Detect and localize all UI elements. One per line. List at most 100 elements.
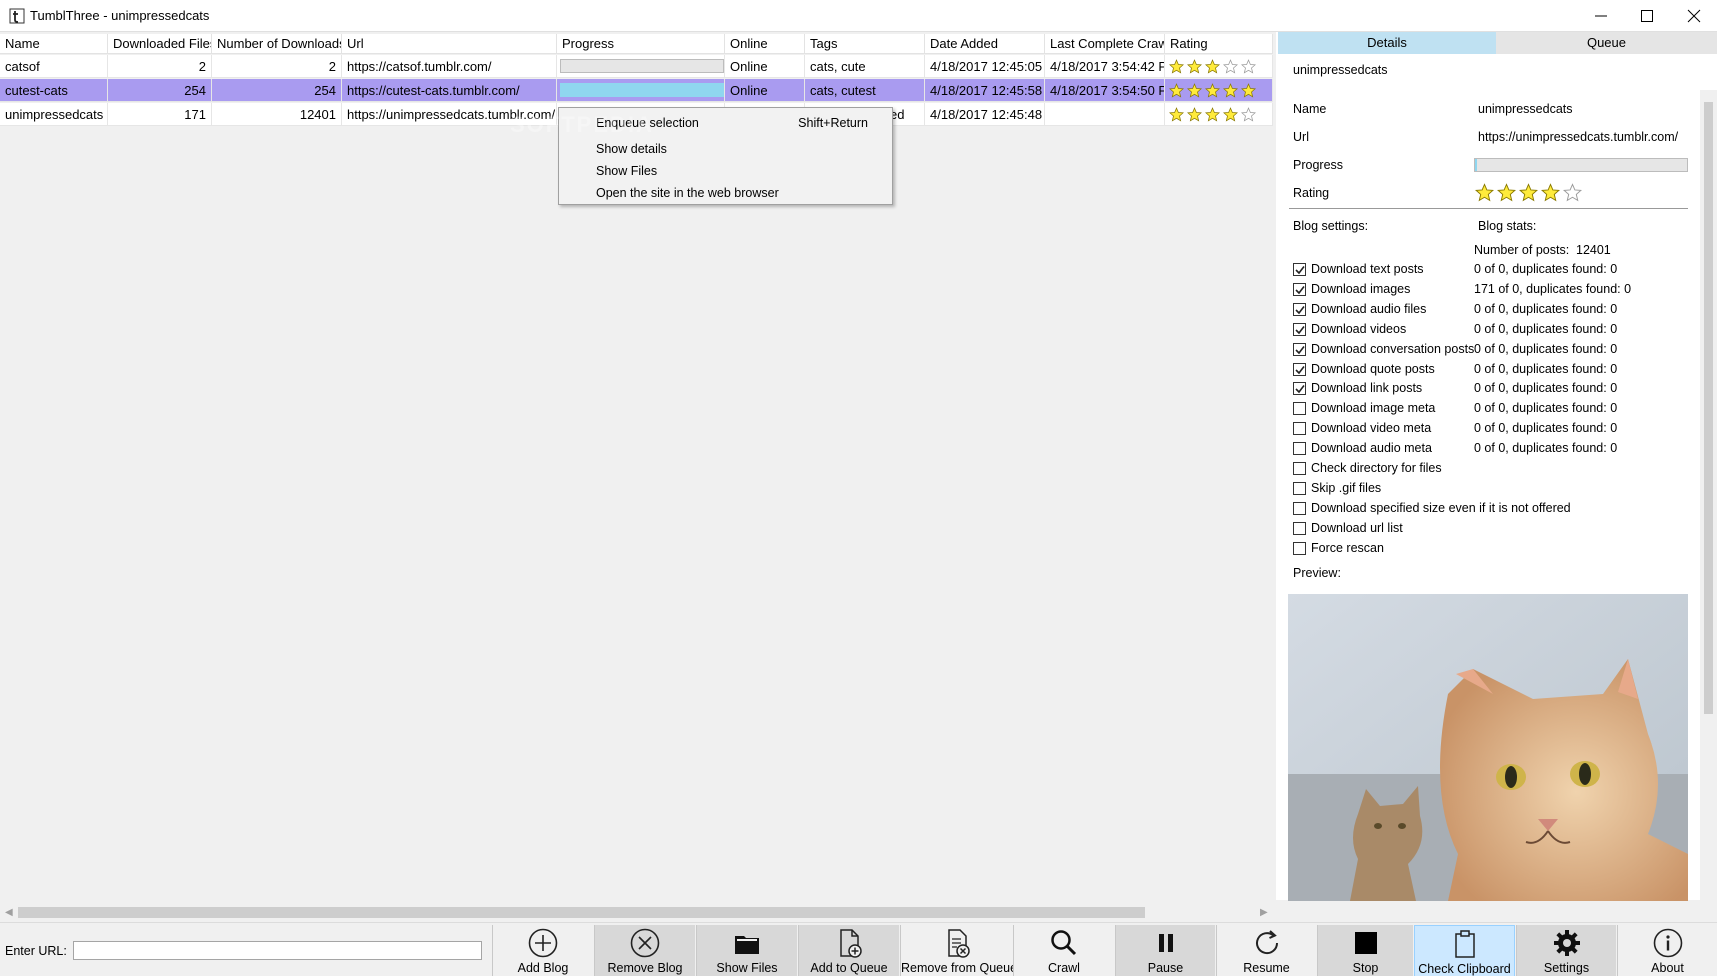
col-header-downloaded-files[interactable]: Downloaded Files xyxy=(108,34,212,53)
scroll-left-icon[interactable]: ◀ xyxy=(5,907,13,918)
star-empty-icon[interactable] xyxy=(1240,106,1257,125)
star-filled-icon[interactable] xyxy=(1240,82,1257,101)
tab-details[interactable]: Details xyxy=(1278,32,1496,54)
setting-checkbox[interactable] xyxy=(1293,382,1306,395)
star-filled-icon[interactable] xyxy=(1474,183,1495,205)
crawl-button[interactable]: Crawl xyxy=(1013,925,1114,976)
add-blog-button[interactable]: Add Blog xyxy=(492,925,593,976)
cell-rating[interactable] xyxy=(1165,55,1273,77)
star-filled-icon[interactable] xyxy=(1204,58,1221,77)
setting-checkbox[interactable] xyxy=(1293,303,1306,316)
setting-label[interactable]: Download video meta xyxy=(1311,421,1431,435)
pause-button[interactable]: Pause xyxy=(1115,925,1215,976)
star-filled-icon[interactable] xyxy=(1186,58,1203,77)
setting-checkbox[interactable] xyxy=(1293,323,1306,336)
setting-checkbox[interactable] xyxy=(1293,542,1306,555)
setting-checkbox[interactable] xyxy=(1293,442,1306,455)
star-rating[interactable] xyxy=(1168,58,1259,77)
remove-from-queue-button[interactable]: Remove from Queue xyxy=(900,925,1017,976)
col-header-name[interactable]: Name xyxy=(0,34,108,53)
star-filled-icon[interactable] xyxy=(1540,183,1561,205)
resume-button[interactable]: Resume xyxy=(1216,925,1316,976)
setting-label[interactable]: Download audio files xyxy=(1311,302,1426,316)
star-empty-icon[interactable] xyxy=(1240,58,1257,77)
star-filled-icon[interactable] xyxy=(1222,82,1239,101)
star-filled-icon[interactable] xyxy=(1204,106,1221,125)
star-rating[interactable] xyxy=(1168,82,1259,101)
col-header-progress[interactable]: Progress xyxy=(557,34,725,53)
url-input[interactable] xyxy=(73,941,482,960)
cell-rating[interactable] xyxy=(1165,79,1273,101)
stop-button[interactable]: Stop xyxy=(1317,925,1413,976)
setting-label[interactable]: Download conversation posts xyxy=(1311,342,1474,356)
setting-checkbox[interactable] xyxy=(1293,363,1306,376)
star-filled-icon[interactable] xyxy=(1186,106,1203,125)
settings-button[interactable]: Settings xyxy=(1516,925,1616,976)
col-header-date-added[interactable]: Date Added xyxy=(925,34,1045,53)
star-empty-icon[interactable] xyxy=(1562,183,1583,205)
setting-label[interactable]: Check directory for files xyxy=(1311,461,1442,475)
star-rating[interactable] xyxy=(1168,106,1259,125)
star-filled-icon[interactable] xyxy=(1186,82,1203,101)
col-header-rating[interactable]: Rating xyxy=(1165,34,1273,53)
setting-label[interactable]: Download images xyxy=(1311,282,1410,296)
show-files-button[interactable]: Show Files xyxy=(696,925,797,976)
col-header-last-complete-crawl[interactable]: Last Complete Crawl xyxy=(1045,34,1165,53)
maximize-button[interactable] xyxy=(1624,0,1670,32)
cell-rating[interactable] xyxy=(1165,103,1273,125)
star-filled-icon[interactable] xyxy=(1168,82,1185,101)
setting-label[interactable]: Download image meta xyxy=(1311,401,1435,415)
star-filled-icon[interactable] xyxy=(1518,183,1539,205)
setting-label[interactable]: Download specified size even if it is no… xyxy=(1311,501,1571,515)
details-star-rating[interactable] xyxy=(1474,183,1585,205)
setting-label[interactable]: Download quote posts xyxy=(1311,362,1435,376)
scrollbar-thumb[interactable] xyxy=(1704,102,1713,714)
setting-stat: 171 of 0, duplicates found: 0 xyxy=(1474,282,1632,296)
cell-number-of-downloads: 2 xyxy=(212,55,342,77)
setting-label[interactable]: Download videos xyxy=(1311,322,1406,336)
blog-header: unimpressedcats xyxy=(1293,63,1388,77)
setting-label[interactable]: Skip .gif files xyxy=(1311,481,1381,495)
setting-checkbox[interactable] xyxy=(1293,522,1306,535)
tab-queue[interactable]: Queue xyxy=(1496,32,1717,54)
setting-checkbox[interactable] xyxy=(1293,283,1306,296)
star-empty-icon[interactable] xyxy=(1222,58,1239,77)
star-filled-icon[interactable] xyxy=(1204,82,1221,101)
close-button[interactable] xyxy=(1671,0,1717,32)
star-filled-icon[interactable] xyxy=(1496,183,1517,205)
setting-label[interactable]: Download url list xyxy=(1311,521,1403,535)
minimize-button[interactable] xyxy=(1578,0,1624,32)
table-row[interactable]: cutest-cats 254 254 https://cutest-cats.… xyxy=(0,79,1273,102)
add-to-queue-button[interactable]: Add to Queue xyxy=(798,925,899,976)
setting-checkbox[interactable] xyxy=(1293,502,1306,515)
col-header-number-of-downloads[interactable]: Number of Downloads xyxy=(212,34,342,53)
horizontal-scrollbar[interactable]: ◀ ▶ xyxy=(0,904,1273,921)
scrollbar-thumb[interactable] xyxy=(18,907,1145,918)
vertical-scrollbar[interactable] xyxy=(1700,90,1717,900)
setting-checkbox[interactable] xyxy=(1293,422,1306,435)
star-filled-icon[interactable] xyxy=(1168,58,1185,77)
star-filled-icon[interactable] xyxy=(1222,106,1239,125)
setting-checkbox[interactable] xyxy=(1293,482,1306,495)
menu-item-show-files[interactable]: Show Files xyxy=(559,161,892,181)
setting-label[interactable]: Download link posts xyxy=(1311,381,1422,395)
remove-blog-button[interactable]: Remove Blog xyxy=(594,925,695,976)
setting-checkbox[interactable] xyxy=(1293,263,1306,276)
col-header-tags[interactable]: Tags xyxy=(805,34,925,53)
setting-label[interactable]: Download audio meta xyxy=(1311,441,1432,455)
setting-label[interactable]: Force rescan xyxy=(1311,541,1384,555)
menu-item-show-details[interactable]: Show details xyxy=(559,139,892,159)
col-header-url[interactable]: Url xyxy=(342,34,557,53)
setting-checkbox[interactable] xyxy=(1293,402,1306,415)
setting-checkbox[interactable] xyxy=(1293,343,1306,356)
col-header-online[interactable]: Online xyxy=(725,34,805,53)
checkmark-icon xyxy=(1295,286,1305,295)
setting-label[interactable]: Download text posts xyxy=(1311,262,1424,276)
menu-item-open-in-browser[interactable]: Open the site in the web browser xyxy=(559,183,892,203)
table-row[interactable]: catsof 2 2 https://catsof.tumblr.com/ On… xyxy=(0,55,1273,78)
setting-checkbox[interactable] xyxy=(1293,462,1306,475)
about-button[interactable]: About xyxy=(1617,925,1717,976)
scroll-right-icon[interactable]: ▶ xyxy=(1260,907,1268,918)
check-clipboard-button[interactable]: Check Clipboard xyxy=(1414,925,1515,976)
star-filled-icon[interactable] xyxy=(1168,106,1185,125)
